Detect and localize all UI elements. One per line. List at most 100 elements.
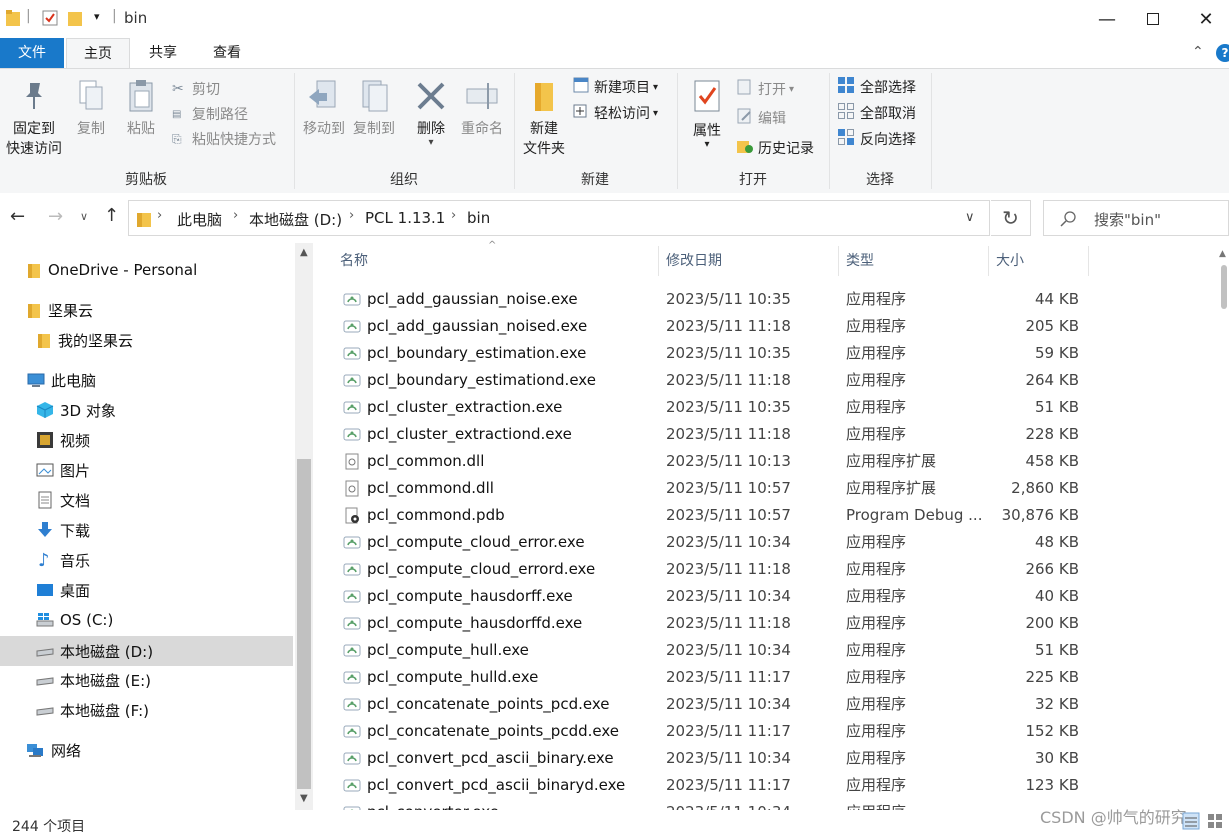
edit-button[interactable]: 编辑: [736, 106, 786, 130]
paste-shortcut-button[interactable]: ⎘ 粘贴快捷方式: [172, 127, 276, 151]
nav-item-desktop[interactable]: 桌面: [0, 576, 293, 604]
file-row[interactable]: pcl_compute_hull.exe 2023/5/11 10:34 应用程序 5…: [330, 637, 1218, 664]
nav-scrollbar-thumb[interactable]: [297, 459, 311, 789]
new-folder-quick-icon[interactable]: [68, 10, 82, 26]
open-button[interactable]: 打开 ▾: [736, 77, 794, 101]
file-row[interactable]: pcl_common.dll 2023/5/11 10:13 应用程序扩展 458 K…: [330, 448, 1218, 475]
properties-dropdown-icon[interactable]: ▾: [684, 140, 730, 150]
column-header-size[interactable]: 大小: [996, 243, 1086, 279]
breadcrumb-chevron-icon[interactable]: ›: [233, 208, 238, 223]
new-item-button[interactable]: 新建项目 ▾: [572, 75, 658, 99]
invert-selection-button[interactable]: 反向选择: [837, 127, 916, 151]
scroll-up-icon[interactable]: ▲: [1219, 249, 1226, 259]
file-row[interactable]: pcl_compute_hulld.exe 2023/5/11 11:17 应用程序…: [330, 664, 1218, 691]
nav-item-drive-d[interactable]: 本地磁盘 (D:): [0, 636, 293, 666]
new-folder-button[interactable]: 新建 文件夹: [518, 79, 570, 159]
refresh-icon[interactable]: ↻: [991, 200, 1031, 236]
file-row[interactable]: pcl_convert_pcd_ascii_binaryd.exe 2023/5/…: [330, 772, 1218, 799]
help-icon[interactable]: ?: [1216, 44, 1229, 62]
cut-button[interactable]: ✂ 剪切: [172, 77, 220, 101]
file-row[interactable]: pcl_convert_pcd_ascii_binary.exe 2023/5/1…: [330, 745, 1218, 772]
breadcrumb-bin[interactable]: bin: [467, 209, 490, 227]
history-button[interactable]: 历史记录: [736, 136, 814, 160]
nav-item-music[interactable]: ♪ 音乐: [0, 546, 293, 574]
column-header-type[interactable]: 类型: [846, 243, 986, 279]
scroll-up-icon[interactable]: ▲: [300, 247, 308, 258]
breadcrumb-chevron-icon[interactable]: ›: [349, 208, 354, 223]
nav-item-network[interactable]: 网络: [0, 736, 293, 764]
details-view-icon[interactable]: [1182, 812, 1200, 830]
breadcrumb-this-pc[interactable]: 此电脑: [177, 209, 222, 230]
nav-item-this-pc[interactable]: 此电脑: [0, 366, 293, 394]
minimize-icon[interactable]: —: [1084, 0, 1130, 38]
breadcrumb-pcl[interactable]: PCL 1.13.1: [365, 209, 445, 227]
address-dropdown-icon[interactable]: ∨: [965, 210, 975, 225]
file-row[interactable]: pcl_cluster_extractiond.exe 2023/5/11 11:…: [330, 421, 1218, 448]
search-input[interactable]: 搜索"bin": [1094, 209, 1161, 230]
file-row[interactable]: pcl_concatenate_points_pcdd.exe 2023/5/11…: [330, 718, 1218, 745]
back-arrow-icon[interactable]: ←: [10, 206, 25, 227]
properties-quick-icon[interactable]: [42, 10, 58, 26]
file-row[interactable]: pcl_commond.dll 2023/5/11 10:57 应用程序扩展 2,86…: [330, 475, 1218, 502]
breadcrumb-chevron-icon[interactable]: ›: [157, 208, 162, 223]
copy-button[interactable]: 复制: [68, 79, 114, 139]
column-divider[interactable]: [1088, 246, 1089, 276]
delete-dropdown-icon[interactable]: ▾: [408, 138, 454, 148]
file-row[interactable]: pcl_commond.pdb 2023/5/11 10:57 Program De…: [330, 502, 1218, 529]
column-divider[interactable]: [988, 246, 989, 276]
delete-button[interactable]: 删除 ▾: [408, 79, 454, 148]
scroll-down-icon[interactable]: ▼: [300, 793, 308, 804]
nav-item-drive-c[interactable]: OS (C:): [0, 606, 293, 634]
collapse-ribbon-icon[interactable]: ⌃: [1192, 44, 1204, 60]
maximize-icon[interactable]: [1130, 0, 1176, 38]
forward-arrow-icon[interactable]: →: [48, 206, 63, 227]
file-row[interactable]: pcl_cluster_extraction.exe 2023/5/11 10:3…: [330, 394, 1218, 421]
large-icons-view-icon[interactable]: [1206, 812, 1224, 830]
paste-button[interactable]: 粘贴: [118, 79, 164, 139]
address-bar[interactable]: › 此电脑 › 本地磁盘 (D:) › PCL 1.13.1 › bin ∨: [128, 200, 990, 236]
file-row[interactable]: pcl_compute_hausdorff.exe 2023/5/11 10:34…: [330, 583, 1218, 610]
quick-access-dropdown-icon[interactable]: ▾: [94, 10, 100, 23]
select-none-button[interactable]: 全部取消: [837, 101, 916, 125]
file-list-scrollbar-thumb[interactable]: [1221, 265, 1227, 309]
column-header-name[interactable]: 名称: [340, 243, 656, 279]
rename-button[interactable]: 重命名: [456, 79, 508, 139]
copy-path-button[interactable]: ▤ 复制路径: [172, 102, 248, 126]
file-row[interactable]: pcl_compute_cloud_error.exe 2023/5/11 10:…: [330, 529, 1218, 556]
nav-item-drive-e[interactable]: 本地磁盘 (E:): [0, 666, 293, 694]
select-all-button[interactable]: 全部选择: [837, 75, 916, 99]
column-divider[interactable]: [658, 246, 659, 276]
nav-item-3d-objects[interactable]: 3D 对象: [0, 396, 293, 424]
nav-item-jianguoyun[interactable]: 坚果云: [0, 296, 293, 324]
pin-quick-access-button[interactable]: 固定到 快速访问: [2, 79, 66, 159]
file-row[interactable]: pcl_boundary_estimation.exe 2023/5/11 10:…: [330, 340, 1218, 367]
file-row[interactable]: pcl_concatenate_points_pcd.exe 2023/5/11 …: [330, 691, 1218, 718]
nav-item-videos[interactable]: 视频: [0, 426, 293, 454]
tab-file[interactable]: 文件: [0, 38, 64, 68]
nav-scrollbar[interactable]: ▲ ▼: [295, 243, 313, 810]
properties-button[interactable]: 属性 ▾: [684, 79, 730, 150]
recent-locations-chevron-icon[interactable]: ∨: [80, 210, 88, 223]
breadcrumb-chevron-icon[interactable]: ›: [451, 208, 456, 223]
easy-access-button[interactable]: 轻松访问 ▾: [572, 101, 658, 125]
file-row[interactable]: pcl_compute_hausdorffd.exe 2023/5/11 11:1…: [330, 610, 1218, 637]
nav-item-my-jianguoyun[interactable]: 我的坚果云: [0, 326, 293, 354]
tab-share[interactable]: 共享: [132, 38, 194, 68]
file-row[interactable]: pcl_boundary_estimationd.exe 2023/5/11 11…: [330, 367, 1218, 394]
file-row[interactable]: pcl_add_gaussian_noised.exe 2023/5/11 11:…: [330, 313, 1218, 340]
move-to-button[interactable]: 移动到: [300, 79, 348, 139]
tab-home[interactable]: 主页: [66, 38, 130, 68]
nav-item-downloads[interactable]: 下载: [0, 516, 293, 544]
file-row[interactable]: pcl_add_gaussian_noise.exe 2023/5/11 10:3…: [330, 286, 1218, 313]
up-arrow-icon[interactable]: ↑: [104, 205, 119, 226]
file-row[interactable]: pcl_compute_cloud_errord.exe 2023/5/11 11…: [330, 556, 1218, 583]
close-icon[interactable]: ✕: [1183, 0, 1229, 38]
column-header-date[interactable]: 修改日期: [666, 243, 836, 279]
column-divider[interactable]: [838, 246, 839, 276]
nav-item-documents[interactable]: 文档: [0, 486, 293, 514]
copy-to-button[interactable]: 复制到: [350, 79, 398, 139]
nav-item-pictures[interactable]: 图片: [0, 456, 293, 484]
nav-item-drive-f[interactable]: 本地磁盘 (F:): [0, 696, 293, 724]
nav-item-onedrive[interactable]: OneDrive - Personal: [0, 256, 293, 284]
breadcrumb-drive-d[interactable]: 本地磁盘 (D:): [249, 209, 342, 230]
